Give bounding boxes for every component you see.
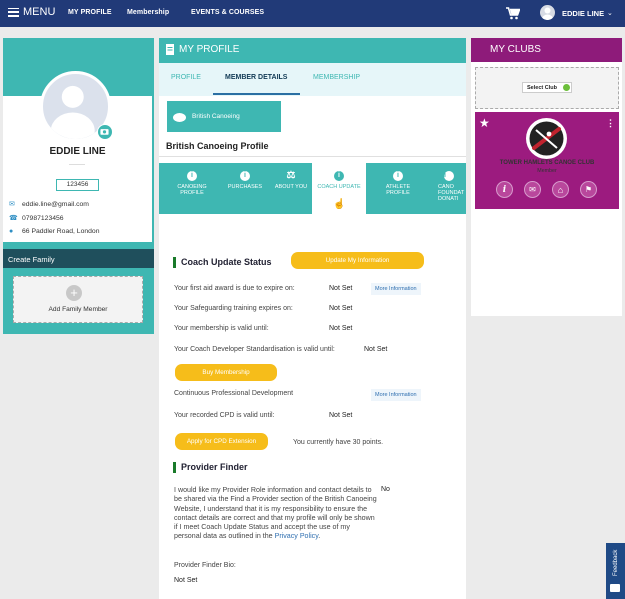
- safeguarding-label: Your Safeguarding training expires on:: [174, 305, 293, 312]
- hamburger-icon: [8, 7, 19, 17]
- my-clubs-title: MY CLUBS: [471, 38, 622, 62]
- create-family-header: Create Family: [3, 249, 154, 268]
- info-icon: i: [444, 171, 454, 181]
- membership-valid-value: Not Set: [329, 325, 353, 332]
- mail-icon[interactable]: ✉: [524, 181, 541, 198]
- info-icon: i: [334, 171, 344, 181]
- my-profile-title: MY PROFILE: [179, 44, 240, 55]
- coach-developer-label: Your Coach Developer Standardisation is …: [174, 346, 335, 353]
- cart-icon[interactable]: [506, 7, 520, 20]
- british-canoeing-logo: [173, 113, 186, 122]
- phone-icon: ☎: [9, 215, 18, 222]
- provider-finder-text: I would like my Provider Role informatio…: [174, 486, 377, 541]
- document-icon: [166, 44, 174, 55]
- nav-my-profile[interactable]: MY PROFILE: [68, 9, 112, 16]
- tab-profile[interactable]: PROFILE: [171, 74, 201, 81]
- cpd-valid-label: Your recorded CPD is valid until:: [174, 412, 275, 419]
- provider-finder-title: Provider Finder: [173, 462, 248, 473]
- profile-name: EDDIE LINE: [49, 146, 106, 157]
- membership-valid-label: Your membership is valid until:: [174, 325, 269, 332]
- menu-label: MENU: [23, 6, 56, 18]
- buy-membership-button[interactable]: Buy Membership: [175, 364, 277, 381]
- provider-finder-answer: No: [381, 486, 390, 493]
- safeguarding-value: Not Set: [329, 305, 353, 312]
- star-icon[interactable]: ★: [479, 116, 490, 130]
- phone-row: ☎ 07987123456: [9, 215, 64, 222]
- active-tab-indicator: [213, 93, 300, 95]
- email-row: ✉ eddie.line@gmail.com: [9, 201, 89, 208]
- map-pin-icon: ●: [9, 228, 14, 235]
- more-options-icon[interactable]: ⋮: [606, 118, 615, 129]
- cpd-more-info-link[interactable]: More Information: [371, 389, 421, 401]
- divider: [159, 156, 466, 157]
- feedback-label[interactable]: Feedback: [613, 550, 619, 576]
- member-id: 123456: [56, 179, 99, 191]
- address-text: 66 Paddler Road, London: [22, 228, 100, 235]
- coach-update-title: Coach Update Status: [173, 257, 272, 268]
- menu-button[interactable]: MENU: [8, 6, 55, 18]
- chat-icon[interactable]: [610, 584, 620, 592]
- provider-bio-value: Not Set: [174, 577, 198, 584]
- club-role: Member: [537, 168, 557, 174]
- address-row: ● 66 Paddler Road, London: [9, 228, 99, 235]
- scales-icon: ⚖: [286, 170, 296, 181]
- cpd-valid-value: Not Set: [329, 412, 353, 419]
- nav-events-courses[interactable]: EVENTS & COURSES: [191, 9, 264, 16]
- cpd-points: You currently have 30 points.: [293, 439, 384, 446]
- cpd-label: Continuous Professional Development: [174, 390, 294, 397]
- my-profile-header: MY PROFILE: [159, 38, 466, 63]
- nav-membership[interactable]: Membership: [127, 9, 169, 16]
- hand-cursor-icon: ☝: [333, 199, 346, 210]
- first-aid-value: Not Set: [329, 285, 353, 292]
- privacy-policy-link[interactable]: Privacy Policy: [275, 532, 319, 540]
- icon-tab-canoe-foundation[interactable]: i CANO FOUNDAT DONATI: [432, 163, 466, 214]
- first-aid-label: Your first aid award is due to expire on…: [174, 285, 295, 292]
- plus-icon[interactable]: [563, 84, 570, 91]
- chevron-down-icon[interactable]: ⌄: [607, 9, 613, 17]
- club-logo: [526, 118, 567, 159]
- bc-profile-title: British Canoeing Profile: [166, 141, 269, 151]
- tab-membership[interactable]: MEMBERSHIP: [313, 74, 360, 81]
- info-icon: i: [393, 171, 403, 181]
- divider: [69, 164, 85, 165]
- map-icon[interactable]: ⚑: [580, 181, 597, 198]
- home-icon[interactable]: ⌂: [552, 181, 569, 198]
- provider-bio-label: Provider Finder Bio:: [174, 562, 236, 569]
- coach-developer-value: Not Set: [364, 346, 388, 353]
- update-my-information-button[interactable]: Update My Information: [291, 252, 424, 269]
- icon-tab-about-you[interactable]: ⚖ ABOUT YOU: [270, 163, 312, 214]
- plus-icon[interactable]: +: [66, 285, 82, 301]
- email-text: eddie.line@gmail.com: [22, 201, 89, 208]
- user-avatar[interactable]: [540, 5, 555, 20]
- info-icon[interactable]: i: [496, 181, 513, 198]
- user-name[interactable]: EDDIE LINE: [562, 9, 604, 18]
- icon-tab-purchases[interactable]: i PURCHASES: [220, 163, 270, 214]
- club-name: TOWER HAMLETS CANOE CLUB: [499, 160, 595, 166]
- camera-icon[interactable]: [97, 124, 113, 140]
- top-nav: MENU MY PROFILE Membership EVENTS & COUR…: [0, 0, 625, 27]
- first-aid-more-info-link[interactable]: More Information: [371, 283, 421, 295]
- apply-cpd-extension-button[interactable]: Apply for CPD Extension: [175, 433, 268, 450]
- add-family-label[interactable]: Add Family Member: [13, 306, 143, 313]
- info-icon: i: [187, 171, 197, 181]
- info-icon: i: [240, 171, 250, 181]
- phone-text: 07987123456: [22, 215, 64, 222]
- envelope-icon: ✉: [9, 201, 15, 208]
- tab-member-details[interactable]: MEMBER DETAILS: [225, 74, 287, 81]
- icon-tab-athlete-profile[interactable]: i ATHLETE PROFILE: [372, 163, 424, 214]
- icon-tab-canoeing-profile[interactable]: i CANOEING PROFILE: [165, 163, 219, 214]
